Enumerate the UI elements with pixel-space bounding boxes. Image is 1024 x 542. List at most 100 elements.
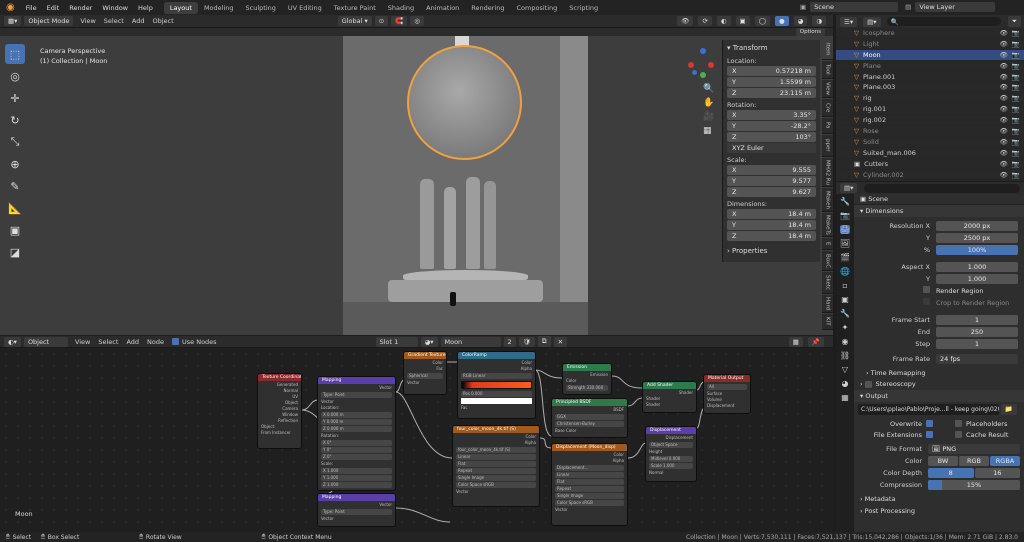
pivot-icon[interactable]: ⊙: [374, 16, 389, 26]
orientation-dropdown[interactable]: Global ▾: [337, 16, 372, 26]
outliner-item[interactable]: ▽ rig 👁 📷: [836, 93, 1024, 105]
menu-render[interactable]: Render: [64, 4, 97, 12]
outliner-item[interactable]: ▽ Plane 👁 📷: [836, 61, 1024, 72]
object-tab-icon[interactable]: ▣: [841, 295, 849, 304]
depth-16-option[interactable]: 16: [974, 467, 1020, 478]
stereoscopy-header[interactable]: › Stereoscopy: [854, 378, 1024, 390]
render-camera-icon[interactable]: 📷: [1012, 73, 1020, 81]
tab-pper[interactable]: pper: [822, 134, 833, 157]
output-path-field[interactable]: C:\Users\pplao\Pablo\Proje...ll - keep g…: [858, 404, 999, 415]
world-tab-icon[interactable]: 🌐: [840, 267, 850, 276]
rotation-y-field[interactable]: Y -28.2°: [727, 121, 816, 131]
extra-tool-icon[interactable]: ◪: [5, 242, 25, 262]
pin-icon[interactable]: 📌: [807, 336, 824, 347]
node-add-shader[interactable]: Add Shader Shader Shader Shader: [642, 381, 697, 413]
shading-rendered-icon[interactable]: ◑: [812, 16, 826, 26]
node-image-texture[interactable]: four_color_moon_4k.tif (S) Color Alpha f…: [452, 425, 540, 507]
render-camera-icon[interactable]: 📷: [1012, 83, 1020, 91]
location-y-field[interactable]: Y 1.5599 m: [727, 77, 816, 87]
material-browse-icon[interactable]: ◕▾: [420, 336, 438, 347]
xray-icon[interactable]: ▣: [735, 16, 750, 26]
outliner-item[interactable]: ▽ Solid 👁 📷: [836, 137, 1024, 148]
visibility-eye-icon[interactable]: 👁: [1000, 83, 1008, 91]
visibility-eye-icon[interactable]: 👁: [1000, 171, 1008, 179]
tab-sculpting[interactable]: Sculpting: [240, 2, 282, 14]
proportional-icon[interactable]: ◎: [410, 16, 424, 26]
tab-scripting[interactable]: Scripting: [563, 2, 604, 14]
node-editor-type-button[interactable]: ◐▾: [4, 336, 21, 347]
tab-rendering[interactable]: Rendering: [465, 2, 510, 14]
move-tool-icon[interactable]: ✛: [5, 88, 25, 108]
annotate-tool-icon[interactable]: ✎: [5, 176, 25, 196]
menu-help[interactable]: Help: [133, 4, 158, 12]
gizmo-icon[interactable]: ⟳: [698, 16, 712, 26]
properties-type-icon[interactable]: ▤▾: [840, 183, 858, 193]
collection-tab-icon[interactable]: ▫: [842, 281, 847, 290]
viewport-menu-view[interactable]: View: [76, 17, 99, 25]
viewport-menu-select[interactable]: Select: [100, 17, 128, 25]
tab-hard[interactable]: Hard: [822, 295, 833, 314]
constraints-tab-icon[interactable]: ⛓: [840, 351, 850, 360]
tab-modeling[interactable]: Modeling: [198, 2, 240, 14]
depth-8-option[interactable]: 8: [928, 467, 974, 478]
texture-tab-icon[interactable]: ▦: [841, 393, 849, 402]
options-button[interactable]: Options: [795, 28, 825, 36]
outliner-item[interactable]: ▽ Moon 👁 📷: [836, 49, 1024, 61]
tab-animation[interactable]: Animation: [420, 2, 465, 14]
rotation-z-field[interactable]: Z 103°: [727, 132, 816, 142]
menu-edit[interactable]: Edit: [42, 4, 65, 12]
tab-sketc[interactable]: Sketc: [822, 272, 833, 295]
scene-tab-icon[interactable]: 🎬: [840, 253, 850, 262]
node-editor-canvas[interactable]: Texture Coordinate Generated Normal UV Obje…: [0, 348, 833, 532]
camera-view-icon[interactable]: 🎥: [703, 112, 714, 122]
aspect-x-field[interactable]: 1.000: [936, 261, 1018, 272]
location-z-field[interactable]: Z 23.115 m: [727, 88, 816, 98]
color-ramp-gradient[interactable]: [461, 381, 532, 389]
resolution-y-field[interactable]: 2500 px: [936, 232, 1018, 243]
visibility-eye-icon[interactable]: 👁: [1000, 116, 1008, 124]
shading-wire-icon[interactable]: ◯: [754, 16, 770, 26]
folder-icon[interactable]: 📁: [1000, 404, 1017, 415]
navigation-gizmo[interactable]: [688, 48, 720, 80]
tool-tab-icon[interactable]: 🔧: [840, 197, 850, 206]
render-camera-icon[interactable]: 📷: [1012, 116, 1020, 124]
render-tab-icon[interactable]: 📷: [840, 211, 850, 220]
tab-layout[interactable]: Layout: [163, 1, 198, 14]
tab-item[interactable]: Item: [822, 40, 833, 60]
node-gradient-texture[interactable]: Gradient Texture Color Fac Spherical Vec…: [403, 351, 447, 395]
scale-tool-icon[interactable]: ⤡: [5, 132, 25, 152]
render-camera-icon[interactable]: 📷: [1012, 105, 1020, 113]
frame-start-field[interactable]: 1: [936, 314, 1018, 325]
render-camera-icon[interactable]: 📷: [1012, 127, 1020, 135]
node-mapping[interactable]: Mapping Vector Type: Point Vector Locatio…: [317, 376, 396, 491]
dimensions-x-field[interactable]: X 18.4 m: [727, 209, 816, 219]
compression-slider[interactable]: 15%: [928, 479, 1020, 490]
resolution-pct-field[interactable]: 100%: [936, 244, 1018, 255]
slot-dropdown[interactable]: Slot 1: [375, 336, 418, 347]
transform-tool-icon[interactable]: ⊕: [5, 154, 25, 174]
render-camera-icon[interactable]: 📷: [1012, 62, 1020, 70]
node-menu-add[interactable]: Add: [122, 338, 143, 346]
render-camera-icon[interactable]: 📷: [1012, 171, 1020, 179]
tab-makeh[interactable]: Makeh: [822, 188, 833, 213]
properties-header[interactable]: › Properties: [727, 245, 816, 257]
dimensions-y-field[interactable]: Y 18.4 m: [727, 220, 816, 230]
tab-uv-editing[interactable]: UV Editing: [282, 2, 328, 14]
modifier-tab-icon[interactable]: 🔧: [840, 309, 850, 318]
rotation-mode-dropdown[interactable]: XYZ Euler: [727, 143, 816, 153]
node-texture-coordinate[interactable]: Texture Coordinate Generated Normal UV Obje…: [257, 373, 302, 449]
tab-cre[interactable]: Cre: [822, 98, 833, 117]
zoom-icon[interactable]: 🔍: [703, 84, 714, 94]
render-camera-icon[interactable]: 📷: [1012, 51, 1020, 59]
outliner-item[interactable]: ▽ Suited_man.006 👁 📷: [836, 148, 1024, 159]
outliner-item[interactable]: ▽ Plane.001 👁 📷: [836, 72, 1024, 83]
visibility-eye-icon[interactable]: 👁: [1000, 105, 1008, 113]
render-camera-icon[interactable]: 📷: [1012, 149, 1020, 157]
scale-z-field[interactable]: Z 9.627: [727, 187, 816, 197]
shading-material-icon[interactable]: ◕: [793, 16, 808, 26]
aspect-y-field[interactable]: 1.000: [936, 273, 1018, 284]
editor-type-button[interactable]: ▦▾: [4, 16, 22, 26]
tab-view[interactable]: View: [822, 79, 833, 98]
snap-node-icon[interactable]: ▦: [788, 336, 803, 347]
measure-tool-icon[interactable]: 📐: [5, 198, 25, 218]
